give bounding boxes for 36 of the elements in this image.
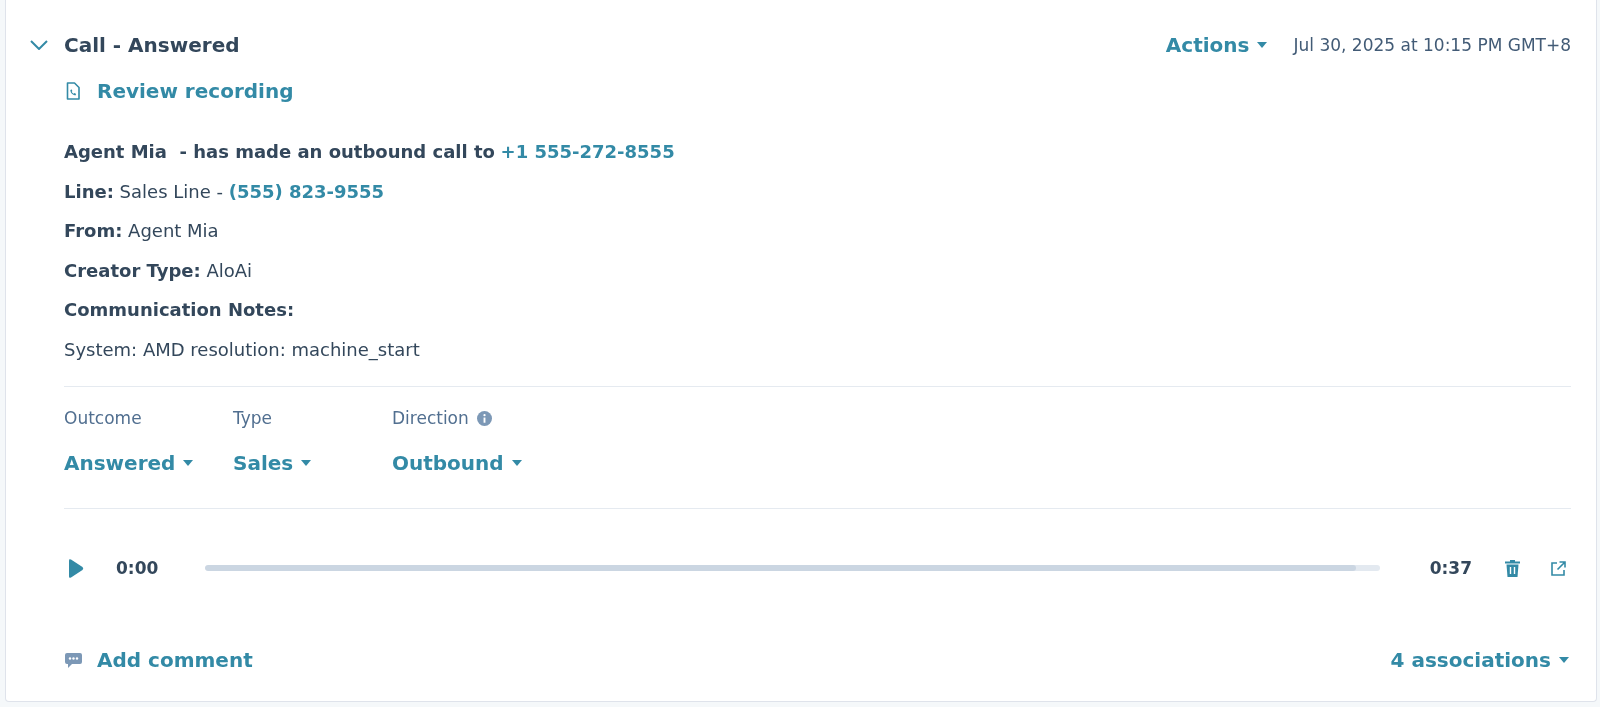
external-link-icon[interactable] [1551, 560, 1566, 576]
review-recording-link[interactable]: Review recording [66, 77, 294, 105]
caret-icon [1559, 657, 1569, 663]
caret-icon [301, 460, 312, 466]
field-value: Sales Line - [119, 180, 223, 202]
property-label: Type [233, 407, 273, 430]
associations-dropdown[interactable]: 4 associations [1390, 646, 1569, 674]
elapsed-time: 0:00 [116, 557, 159, 580]
phone-link[interactable]: +1 555-272-8555 [500, 141, 675, 162]
property-dropdown[interactable]: Sales [233, 449, 312, 477]
phone-link[interactable]: (555) 823-9555 [228, 180, 385, 202]
chevron-down-icon[interactable] [30, 40, 48, 50]
property-label: Direction [392, 407, 469, 430]
duration-time: 0:37 [1429, 557, 1472, 580]
add-comment-button[interactable]: Add comment [65, 646, 253, 674]
document-phone-icon [66, 82, 80, 100]
field-label: Creator Type: [64, 259, 201, 281]
notes-text: System: AMD resolution: machine_start [64, 338, 420, 360]
trash-icon[interactable] [1505, 559, 1520, 577]
caret-icon [183, 460, 194, 466]
caret-icon [1257, 42, 1268, 48]
caret-icon [511, 460, 522, 466]
property-dropdown[interactable]: Outbound [392, 449, 522, 477]
field-label: From: [64, 220, 123, 241]
property-dropdown[interactable]: Answered [64, 449, 194, 477]
comment-icon [65, 652, 82, 668]
play-icon[interactable] [68, 557, 84, 579]
field-value: Agent Mia [128, 220, 219, 241]
call-summary: Agent Mia - has made an outbound call to +1 555-272-8555 [64, 140, 675, 164]
field-label: Line: [64, 180, 114, 202]
field-label: Communication Notes: [64, 299, 295, 320]
actions-dropdown[interactable]: Actions [1165, 31, 1268, 59]
activity-title: Call - Answered [64, 32, 240, 59]
timestamp: Jul 30, 2025 at 10:15 PM GMT+8 [1293, 34, 1571, 57]
field-value: AloAi [206, 259, 253, 281]
property-label: Outcome [64, 407, 142, 430]
